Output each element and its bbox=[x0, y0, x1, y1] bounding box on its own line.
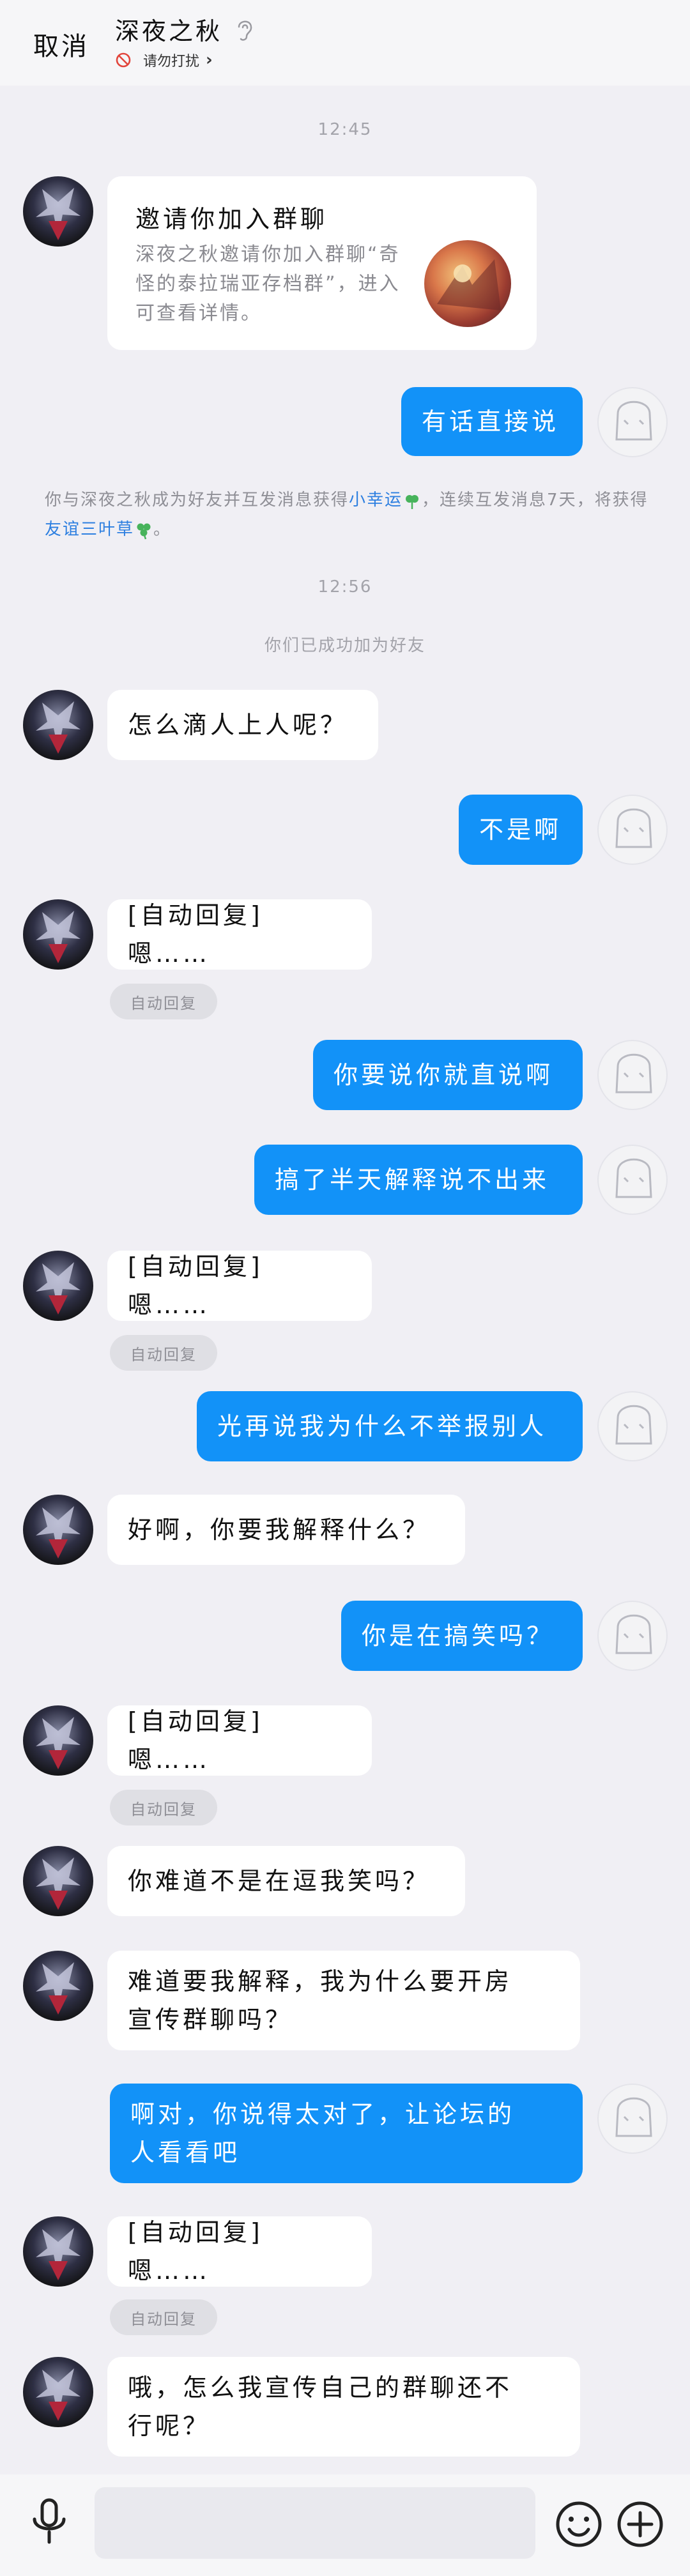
message-line: 宣传群聊吗？ bbox=[128, 2006, 293, 2034]
avatar-self-image bbox=[615, 2097, 652, 2137]
message-bubble-received[interactable]: [自动回复] 嗯…… bbox=[107, 2216, 372, 2287]
group-invite-card[interactable]: 邀请你加入群聊 深夜之秋邀请你加入群聊“奇怪的泰拉瑞亚存档群”，进入可查看详情。 bbox=[107, 176, 537, 350]
timestamp: 12:56 bbox=[318, 577, 372, 597]
message-bubble-sent[interactable]: 搞了半天解释说不出来 bbox=[254, 1145, 583, 1215]
contact-name[interactable]: 深夜之秋 bbox=[115, 11, 256, 47]
no-disturb-icon bbox=[116, 52, 131, 68]
avatar-self-image bbox=[615, 808, 652, 848]
message-line: 行呢？ bbox=[128, 2412, 211, 2440]
message-bubble-received[interactable]: 难道要我解释，我为什么要开房 宣传群聊吗？ bbox=[107, 1951, 580, 2050]
clover-icon bbox=[406, 494, 419, 509]
timestamp: 12:45 bbox=[318, 120, 372, 139]
lucky-link[interactable]: 小幸运 bbox=[349, 491, 402, 510]
avatar-self[interactable] bbox=[597, 1040, 668, 1110]
sys-note-text: ，连续互发消息7天，将获得 bbox=[422, 491, 648, 510]
group-thumbnail bbox=[424, 240, 511, 327]
avatar-self-image bbox=[615, 1405, 652, 1445]
avatar[interactable] bbox=[23, 1251, 93, 1321]
auto-reply-tag: 自动回复 bbox=[110, 1790, 217, 1825]
message-bubble-received[interactable]: 哦，怎么我宣传自己的群聊还不 行呢？ bbox=[107, 2357, 580, 2457]
avatar[interactable] bbox=[23, 2357, 93, 2427]
cancel-button[interactable]: 取消 bbox=[33, 26, 89, 63]
message-bubble-received[interactable]: [自动回复] 嗯…… bbox=[107, 1705, 372, 1776]
invite-title: 邀请你加入群聊 bbox=[135, 205, 328, 233]
avatar[interactable] bbox=[23, 2216, 93, 2287]
avatar-self-image bbox=[615, 1158, 652, 1198]
avatar-image bbox=[36, 188, 80, 240]
message-line: 啊对，你说得太对了，让论坛的 bbox=[130, 2100, 516, 2128]
sys-note-text: 。 bbox=[153, 520, 172, 539]
message-bubble-sent[interactable]: 不是啊 bbox=[459, 795, 583, 865]
avatar-self[interactable] bbox=[597, 1391, 668, 1461]
friendship-system-note: 你与深夜之秋成为好友并互发消息获得小幸运 ，连续互发消息7天，将获得友谊三叶草。 bbox=[45, 485, 658, 544]
chat-header: 取消 深夜之秋 请勿打扰 › bbox=[0, 0, 690, 86]
sys-note-text: 你与深夜之秋成为好友并互发消息获得 bbox=[45, 491, 349, 510]
avatar[interactable] bbox=[23, 176, 93, 247]
message-bubble-sent[interactable]: 你要说你就直说啊 bbox=[313, 1040, 583, 1110]
avatar-image bbox=[36, 2368, 80, 2421]
avatar-self[interactable] bbox=[597, 795, 668, 865]
message-line: 哦，怎么我宣传自己的群聊还不 bbox=[128, 2374, 513, 2402]
avatar-image bbox=[36, 1506, 80, 1559]
avatar-self[interactable] bbox=[597, 1601, 668, 1671]
message-bubble-received[interactable]: 好啊，你要我解释什么？ bbox=[107, 1495, 465, 1565]
avatar[interactable] bbox=[23, 899, 93, 970]
ear-icon bbox=[238, 20, 252, 41]
message-bubble-received[interactable]: [自动回复] 嗯…… bbox=[107, 1251, 372, 1321]
message-line: 难道要我解释，我为什么要开房 bbox=[128, 1967, 513, 1995]
message-bubble-sent[interactable]: 有话直接说 bbox=[401, 387, 583, 456]
avatar[interactable] bbox=[23, 690, 93, 760]
dnd-label: 请勿打扰 bbox=[143, 54, 200, 70]
chevron-right-icon: › bbox=[206, 50, 213, 70]
avatar-self[interactable] bbox=[597, 2084, 668, 2154]
avatar-image bbox=[36, 911, 80, 963]
avatar-self-image bbox=[615, 1053, 652, 1094]
message-bubble-sent[interactable]: 你是在搞笑吗？ bbox=[341, 1601, 583, 1671]
message-line: 人看看吧 bbox=[130, 2138, 241, 2167]
avatar-image bbox=[36, 1857, 80, 1910]
contact-name-text: 深夜之秋 bbox=[115, 17, 223, 45]
avatar[interactable] bbox=[23, 1705, 93, 1776]
avatar-self-image bbox=[615, 400, 652, 441]
auto-reply-tag: 自动回复 bbox=[110, 984, 217, 1019]
avatar-image bbox=[36, 1717, 80, 1769]
emoji-icon[interactable] bbox=[553, 2499, 604, 2550]
clover-icon bbox=[137, 523, 151, 539]
microphone-icon[interactable] bbox=[27, 2496, 72, 2547]
message-input[interactable] bbox=[95, 2487, 535, 2559]
auto-reply-tag: 自动回复 bbox=[110, 2299, 217, 2335]
message-bubble-received[interactable]: 怎么滴人上人呢？ bbox=[107, 690, 378, 760]
plus-icon[interactable] bbox=[615, 2499, 666, 2550]
avatar-image bbox=[36, 701, 80, 754]
invite-description: 深夜之秋邀请你加入群聊“奇怪的泰拉瑞亚存档群”，进入可查看详情。 bbox=[135, 243, 401, 324]
message-bubble-sent[interactable]: 啊对，你说得太对了，让论坛的 人看看吧 bbox=[110, 2084, 583, 2183]
auto-reply-tag: 自动回复 bbox=[110, 1335, 217, 1371]
avatar[interactable] bbox=[23, 1846, 93, 1916]
avatar[interactable] bbox=[23, 1495, 93, 1565]
input-bar bbox=[0, 2474, 690, 2576]
message-bubble-sent[interactable]: 光再说我为什么不举报别人 bbox=[197, 1391, 583, 1461]
avatar[interactable] bbox=[23, 1951, 93, 2021]
avatar-image bbox=[36, 1962, 80, 2015]
avatar-image bbox=[36, 2228, 80, 2280]
message-bubble-received[interactable]: [自动回复] 嗯…… bbox=[107, 899, 372, 970]
clover-link[interactable]: 友谊三叶草 bbox=[45, 520, 134, 539]
avatar-self[interactable] bbox=[597, 387, 668, 457]
do-not-disturb-toggle[interactable]: 请勿打扰 › bbox=[115, 50, 213, 70]
friend-added-note: 你们已成功加为好友 bbox=[264, 636, 425, 655]
message-bubble-received[interactable]: 你难道不是在逗我笑吗？ bbox=[107, 1846, 465, 1916]
avatar-image bbox=[36, 1262, 80, 1315]
avatar-self[interactable] bbox=[597, 1145, 668, 1215]
avatar-self-image bbox=[615, 1614, 652, 1654]
